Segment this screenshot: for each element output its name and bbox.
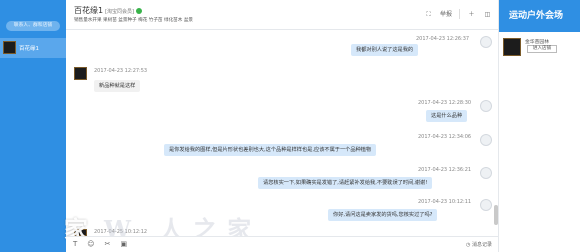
member-badge: [淘宝同会员] <box>105 9 134 15</box>
screenshot-icon[interactable]: ◫ <box>483 10 492 19</box>
message-bubble-outgoing[interactable]: 请您核实一下,如果确实是发错了,请赶紧补发给我,不要耽误了时间,谢谢! <box>258 177 433 189</box>
user-avatar <box>480 134 492 146</box>
enter-shop-button[interactable]: 进入店铺 <box>527 45 557 53</box>
contact-search-input[interactable]: 联系人、群和店铺 <box>6 21 60 31</box>
seller-avatar <box>74 67 87 80</box>
message-time: 2017-04-23 12:34:06 <box>418 134 472 140</box>
online-status-icon <box>136 7 142 14</box>
shop-logo <box>503 38 521 56</box>
message-bubble-outgoing[interactable]: 是你发给我的图样,但是片形状也差别也大,这个品种是样样也是,应该不属于一个品种植… <box>164 144 377 156</box>
message-bubble-outgoing[interactable]: 我都对别人说了这是我的 <box>351 44 419 56</box>
promo-banner[interactable]: 运动户外会场 <box>499 0 580 32</box>
image-icon[interactable]: ▣ <box>120 240 127 248</box>
input-toolbar: T ☺ ✂ ▣ ◷ 消息记录 <box>66 236 498 252</box>
message-time: 2017-04-23 12:27:53 <box>94 68 148 74</box>
message-list[interactable]: 2017-04-23 12:26:37 我都对别人说了这是我的 2017-04-… <box>66 31 498 236</box>
add-contact-icon[interactable]: ⛶ <box>424 10 433 19</box>
header-divider <box>459 9 460 19</box>
user-avatar <box>480 100 492 112</box>
message-bubble-outgoing[interactable]: 这是什么品种 <box>426 110 468 122</box>
message-time: 2017-04-23 12:36:21 <box>418 167 472 173</box>
message-history-button[interactable]: ◷ 消息记录 <box>466 241 492 248</box>
toolbar-tools: T ☺ ✂ ▣ <box>73 240 127 248</box>
message-time: 2017-04-23 12:28:30 <box>418 100 472 106</box>
clock-icon: ◷ <box>466 242 471 248</box>
contact-name: 百花缘1 <box>19 46 39 52</box>
shop-tags: 销售量水开果 果树苗 盆景种子 梅花 竹子苗 绿化苗木 盆景 <box>74 18 194 23</box>
add-icon[interactable]: ＋ <box>467 10 476 19</box>
user-avatar <box>480 199 492 211</box>
contact-avatar <box>3 41 16 54</box>
message-bubble-incoming[interactable]: 新品种就是这样 <box>94 80 141 92</box>
contacts-sidebar: 联系人、群和店铺 百花缘1 <box>0 0 66 252</box>
user-avatar <box>480 167 492 179</box>
message-time: 2017-04-23 12:26:37 <box>416 36 470 42</box>
emoji-icon[interactable]: ☺ <box>87 240 94 248</box>
chat-title[interactable]: 百花缘1 <box>74 6 103 15</box>
user-avatar <box>480 36 492 48</box>
sidebar-item-contact[interactable]: 百花缘1 <box>0 38 66 58</box>
message-bubble-outgoing[interactable]: 你好,请问这是卖家发的货吗,您核实过了吗? <box>328 209 438 221</box>
chat-title-row: 百花缘1 [淘宝同会员] <box>74 5 142 16</box>
message-time: 2017-04-23 10:12:11 <box>418 199 472 205</box>
shop-info-panel: 运动户外会场 金华苗园林 进入店铺 <box>498 0 580 252</box>
message-history-label: 消息记录 <box>471 242 492 248</box>
chat-header: 百花缘1 [淘宝同会员] 销售量水开果 果树苗 盆景种子 梅花 竹子苗 绿化苗木 … <box>66 0 498 30</box>
scissors-icon[interactable]: ✂ <box>105 240 111 248</box>
font-icon[interactable]: T <box>73 240 77 248</box>
shop-name: 金华苗园林 <box>525 40 549 45</box>
report-button[interactable]: 举报 <box>440 10 452 19</box>
header-actions: ⛶ 举报 ＋ ◫ <box>424 9 492 19</box>
